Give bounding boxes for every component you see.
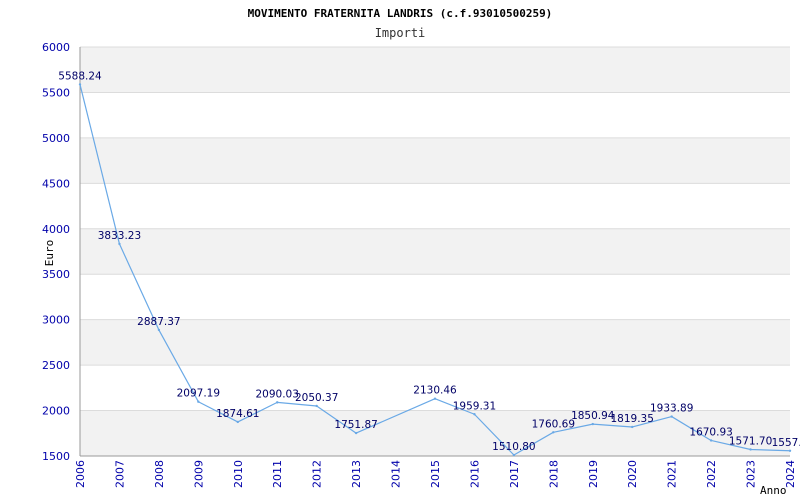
x-tick-label: 2010 — [232, 460, 245, 488]
x-tick-labels: 2006 2007 2008 2009 2010 2011 2012 2013 2014 2015… — [74, 460, 797, 488]
background-band — [80, 47, 790, 93]
y-axis-label: Euro — [43, 240, 56, 267]
data-point — [512, 453, 516, 457]
background-band — [80, 137, 790, 184]
background-band — [80, 410, 790, 456]
x-tick-label: 2018 — [547, 460, 560, 488]
x-tick-label: 2011 — [271, 460, 284, 488]
data-label: 1933.89 — [650, 403, 693, 415]
x-tick-label: 2021 — [666, 460, 679, 488]
x-tick-label: 2016 — [468, 460, 481, 488]
data-point — [276, 401, 279, 404]
data-point — [433, 397, 437, 400]
y-tick-label: 4000 — [42, 223, 70, 236]
x-tick-label: 2019 — [587, 460, 600, 488]
data-label: 1819.35 — [611, 413, 654, 425]
line-chart: MOVIMENTO FRATERNITA LANDRIS (c.f.930105… — [42, 7, 800, 497]
data-label: 2887.37 — [137, 316, 180, 328]
data-label: 2130.46 — [413, 385, 457, 397]
data-point — [197, 400, 200, 403]
data-label: 1874.61 — [216, 408, 259, 420]
data-point — [709, 439, 713, 442]
data-label: 2090.03 — [256, 388, 299, 400]
data-label: 1751.87 — [334, 419, 377, 431]
data-point — [78, 83, 82, 86]
x-tick-label: 2017 — [508, 460, 521, 488]
data-label: 2050.37 — [295, 392, 338, 404]
y-tick-label: 3500 — [42, 268, 70, 281]
y-tick-label: 5500 — [42, 86, 70, 99]
data-point — [315, 404, 318, 408]
y-tick-label: 2000 — [42, 405, 70, 418]
y-tick-label: 1500 — [42, 450, 70, 463]
data-point — [157, 328, 161, 332]
data-point — [788, 449, 792, 452]
data-label: 5588.24 — [58, 70, 102, 82]
x-axis-label: Anno — [760, 484, 787, 497]
x-tick-label: 2008 — [153, 460, 166, 488]
x-tick-label: 2012 — [311, 460, 324, 488]
data-point — [631, 425, 634, 429]
x-tick-label: 2014 — [390, 460, 403, 488]
data-label: 3833.23 — [98, 230, 141, 242]
data-point — [354, 431, 358, 435]
data-label: 1959.31 — [453, 400, 496, 412]
x-tick-label: 2007 — [113, 460, 126, 488]
data-label: 1557.6 — [772, 437, 800, 449]
x-tick-label: 2015 — [429, 460, 442, 488]
data-point — [473, 413, 476, 416]
y-tick-label: 5000 — [42, 132, 70, 145]
y-tick-label: 6000 — [42, 41, 70, 54]
background-band — [80, 228, 790, 275]
x-tick-label: 2009 — [192, 460, 205, 488]
y-tick-label: 2500 — [42, 359, 70, 372]
x-tick-label: 2024 — [784, 460, 797, 488]
x-tick-label: 2006 — [74, 460, 87, 488]
y-tick-label: 3000 — [42, 314, 70, 327]
data-point — [591, 422, 594, 426]
x-tick-label: 2023 — [745, 460, 758, 488]
data-point — [118, 242, 121, 246]
x-tick-label: 2020 — [626, 460, 639, 488]
chart-title: MOVIMENTO FRATERNITA LANDRIS (c.f.930105… — [248, 7, 553, 20]
y-tick-label: 4500 — [42, 177, 70, 190]
data-label: 1571.70 — [729, 435, 772, 447]
x-tick-label: 2022 — [705, 460, 718, 488]
background-band — [80, 319, 790, 366]
data-point — [749, 448, 752, 451]
data-point — [670, 415, 673, 418]
data-label: 1850.94 — [571, 410, 615, 422]
data-label: 1670.93 — [689, 426, 732, 438]
data-label: 1510.80 — [492, 441, 535, 453]
data-point — [236, 420, 239, 424]
data-label: 1760.69 — [532, 418, 575, 430]
data-point — [552, 431, 555, 434]
data-label: 2097.19 — [177, 388, 220, 400]
x-tick-label: 2013 — [350, 460, 363, 488]
chart-subtitle: Importi — [375, 26, 426, 40]
